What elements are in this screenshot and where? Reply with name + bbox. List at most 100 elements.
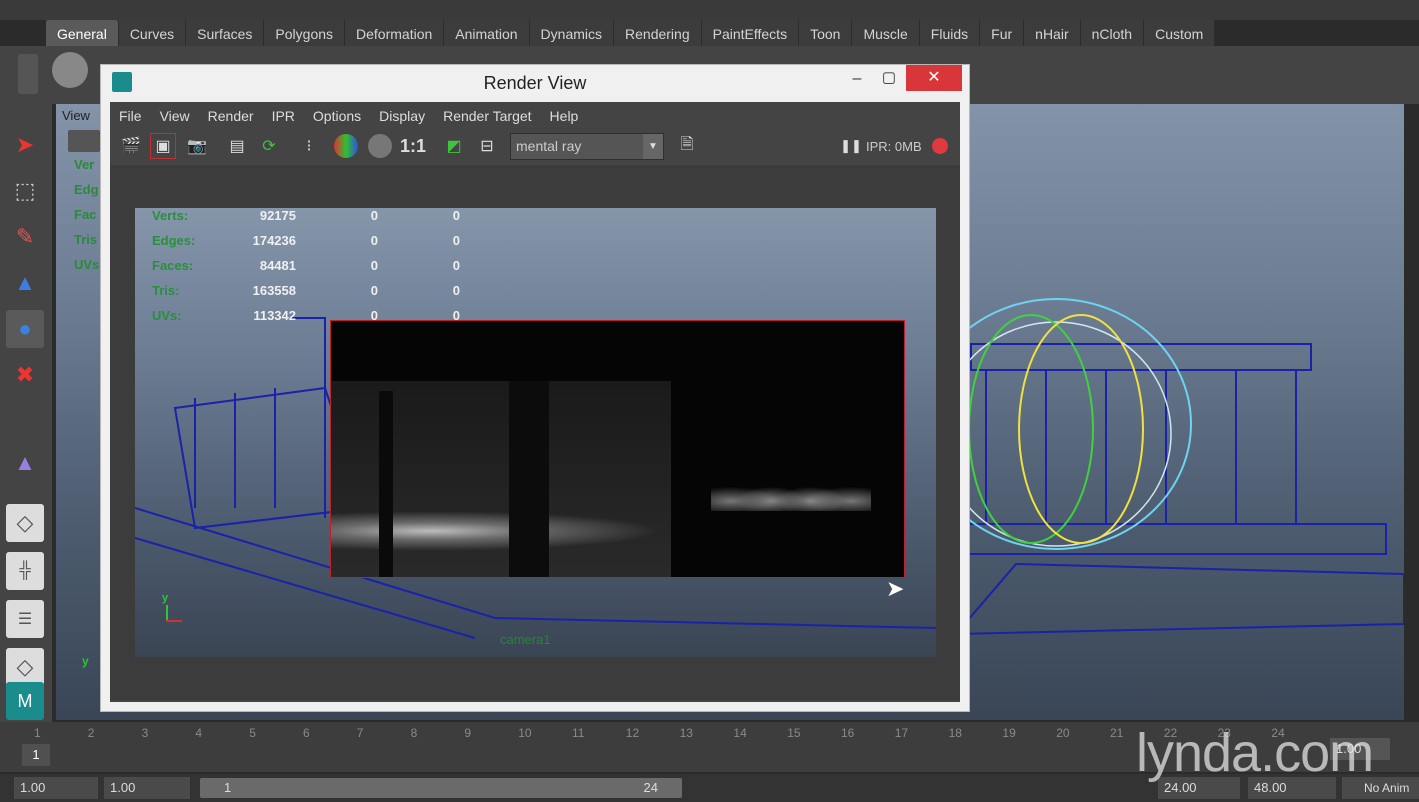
close-button[interactable]: ✕ [906, 65, 962, 91]
timeline-tick: 16 [841, 726, 855, 740]
menu-options[interactable]: Options [304, 102, 370, 130]
stat-value: 0 [370, 233, 378, 248]
shelf-tab-animation[interactable]: Animation [444, 20, 530, 46]
single-layout-icon[interactable]: ◇ [6, 504, 44, 542]
perspective-layout-icon[interactable]: ◇ [6, 648, 44, 686]
shelf-tab-surfaces[interactable]: Surfaces [186, 20, 265, 46]
top-menu-strip [0, 0, 1419, 20]
stat-value: 0 [452, 258, 460, 273]
shelf-tab-curves[interactable]: Curves [119, 20, 187, 46]
timeline-tick: 21 [1110, 726, 1124, 740]
viewport-axis-y: y [82, 654, 89, 668]
shelf-tab-fluids[interactable]: Fluids [920, 20, 981, 46]
menu-display[interactable]: Display [370, 102, 434, 130]
outliner-layout-icon[interactable]: ☰ [6, 600, 44, 638]
timeline-tick: 1 [34, 726, 41, 740]
refresh-ipr-icon[interactable]: ⟳ [256, 133, 282, 159]
viewport-stat-label: Fac [74, 207, 97, 222]
viewport-camera-icon[interactable] [68, 130, 100, 152]
shelf-tab-general[interactable]: General [46, 20, 119, 46]
menu-view[interactable]: View [151, 102, 199, 130]
stat-label-uvs: UVs: [152, 308, 182, 323]
timeline-tick: 5 [249, 726, 256, 740]
timeline-tick: 20 [1056, 726, 1070, 740]
shelf-menu-icon[interactable] [18, 54, 38, 94]
camera-label: camera1 [500, 632, 551, 647]
render-pillar [509, 381, 549, 577]
menu-render[interactable]: Render [199, 102, 263, 130]
viewport-menu-view[interactable]: View [62, 108, 90, 123]
viewport-stat-label: UVs [74, 257, 100, 272]
remove-image-icon[interactable]: ⊟ [474, 133, 500, 159]
stat-value: 0 [370, 283, 378, 298]
lasso-tool-icon[interactable]: ⬚ [6, 172, 44, 210]
axis-y-line [166, 605, 168, 621]
playback-start-field[interactable]: 1.00 [104, 777, 190, 799]
viewport-stat-label: Edg [74, 182, 99, 197]
menu-render-target[interactable]: Render Target [434, 102, 540, 130]
canvas-axis-y: y [162, 592, 169, 604]
shelf-tab-dynamics[interactable]: Dynamics [530, 20, 615, 46]
stat-value: 84481 [259, 258, 296, 273]
real-size-button[interactable]: 1:1 [400, 133, 426, 159]
timeline-tick: 18 [948, 726, 962, 740]
tool-box: ➤ ⬚ ✎ ▲ ● ✖ ▲ ◇ ╬ ☰ ◇ M [0, 104, 52, 724]
stop-render-icon[interactable] [932, 138, 948, 154]
timeline-tick: 3 [141, 726, 149, 740]
redo-render-icon[interactable]: 🎬 [118, 133, 144, 159]
rgb-channels-icon[interactable] [334, 134, 358, 158]
film-reel-icon[interactable] [52, 52, 88, 88]
alpha-channel-icon[interactable] [368, 134, 392, 158]
minimize-button[interactable]: – [846, 70, 868, 92]
shelf-tab-custom[interactable]: Custom [1144, 20, 1216, 46]
start-time-field[interactable]: 1.00 [14, 777, 98, 799]
renderer-dropdown[interactable]: mental ray ▼ [510, 133, 664, 160]
paint-select-icon[interactable]: ✎ [6, 218, 44, 256]
scale-tool-icon[interactable]: ✖ [6, 356, 44, 394]
shelf-tab-polygons[interactable]: Polygons [264, 20, 346, 46]
shelf-tab-painteffects[interactable]: PaintEffects [702, 20, 800, 46]
keep-image-icon[interactable]: ◩ [441, 133, 467, 159]
current-frame-marker[interactable]: 1 [22, 744, 50, 766]
shelf-tab-fur[interactable]: Fur [980, 20, 1025, 46]
render-spotlights [711, 461, 871, 511]
snapshot-icon[interactable]: 📷 [184, 133, 210, 159]
stat-value: 0 [452, 283, 460, 298]
shelf-tab-muscle[interactable]: Muscle [852, 20, 920, 46]
render-region-image[interactable] [330, 320, 905, 578]
range-start-label: 1 [224, 780, 232, 795]
render-pillar [379, 391, 393, 577]
ipr-memory-status: IPR: 0MB [866, 139, 922, 154]
shelf-tab-rendering[interactable]: Rendering [614, 20, 702, 46]
menu-file[interactable]: File [110, 102, 151, 130]
stat-value: 113342 [253, 308, 296, 323]
pause-ipr-icon[interactable]: ❚❚ [838, 133, 864, 159]
timeline-tick: 12 [625, 726, 640, 740]
shelf-tab-ncloth[interactable]: nCloth [1081, 20, 1145, 46]
timeline-tick: 17 [894, 726, 909, 740]
shelf-tab-toon[interactable]: Toon [799, 20, 853, 46]
select-tool-icon[interactable]: ➤ [6, 126, 44, 164]
stat-value: 0 [452, 208, 460, 223]
render-region-icon[interactable]: ▣ [150, 133, 176, 159]
move-tool-icon[interactable]: ▲ [6, 264, 44, 302]
range-slider[interactable]: 1 24 [200, 778, 682, 798]
menu-help[interactable]: Help [541, 102, 588, 130]
four-layout-icon[interactable]: ╬ [6, 552, 44, 590]
render-globals-icon[interactable]: 🗎 [674, 133, 700, 159]
shelf-tabs: General Curves Surfaces Polygons Deformation… [46, 20, 1216, 46]
shelf-tab-nhair[interactable]: nHair [1024, 20, 1081, 46]
render-sequence-icon[interactable]: ⁝ [296, 133, 322, 159]
rotate-tool-icon[interactable]: ● [6, 310, 44, 348]
viewport-stat-label: Tris [74, 232, 98, 247]
timeline-tick: 10 [518, 726, 532, 740]
mouse-cursor-icon: ➤ [886, 576, 905, 601]
shelf-tab-deformation[interactable]: Deformation [345, 20, 445, 46]
ipr-render-icon[interactable]: ▤ [224, 133, 250, 159]
timeline-tick: 7 [356, 726, 364, 740]
menu-ipr[interactable]: IPR [263, 102, 304, 130]
timeline-tick: 15 [787, 726, 801, 740]
maximize-button[interactable]: ▢ [878, 68, 900, 90]
show-manipulator-icon[interactable]: ▲ [6, 444, 44, 482]
timeline-tick: 2 [87, 726, 95, 740]
